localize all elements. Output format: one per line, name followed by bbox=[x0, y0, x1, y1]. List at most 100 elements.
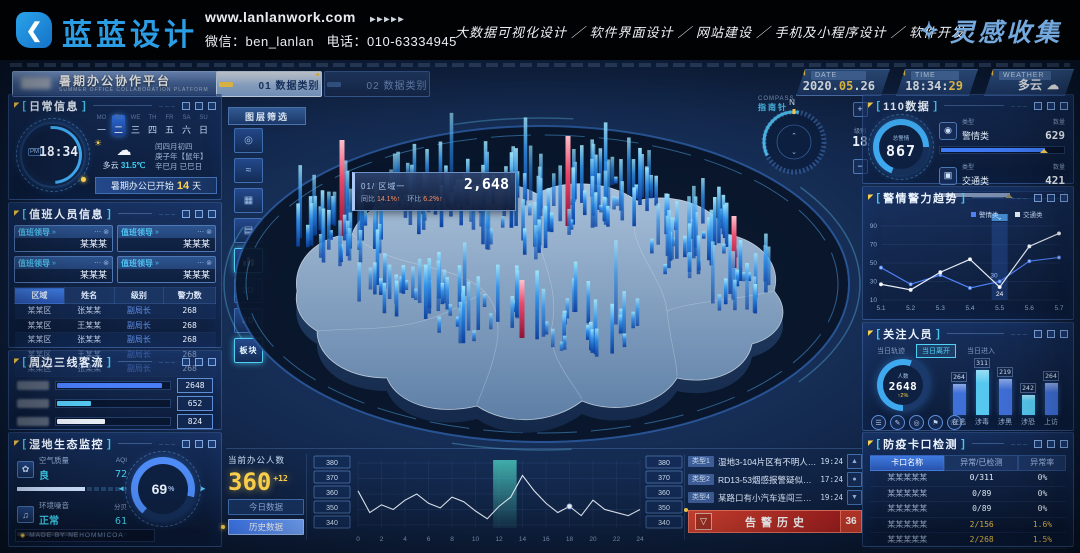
inspiration-collect[interactable]: ✧ 灵感收集 bbox=[919, 13, 1062, 49]
checkpoint-row[interactable]: 某某某某某2/1561.6% bbox=[870, 518, 1066, 534]
expand-icon[interactable] bbox=[1060, 440, 1068, 448]
checkpoint-panel: ◤[防疫卡口检测]‥‥‥ 卡口名称异常/已检测异常率 某某某某某0/3110%某… bbox=[862, 432, 1074, 547]
window-icon[interactable] bbox=[195, 102, 203, 110]
more-icon[interactable]: ⋯ bbox=[197, 228, 204, 236]
svg-text:90: 90 bbox=[870, 223, 878, 230]
lunar-calendar: 闰四月初四庚子年【鼠年】辛巳月 已巳日 bbox=[155, 142, 208, 172]
svg-text:交通类: 交通类 bbox=[1023, 210, 1043, 219]
window-icon[interactable] bbox=[1047, 330, 1055, 338]
map-tooltip: 01/ 区域一2,648 同比 14.1%↑ 环比 6.2%↑ bbox=[352, 172, 516, 211]
expand-icon[interactable] bbox=[208, 440, 216, 448]
today-data-button[interactable]: 今日数据 bbox=[228, 499, 304, 515]
window-icon[interactable] bbox=[195, 210, 203, 218]
more-icon[interactable]: ⋯ bbox=[94, 259, 101, 267]
focus-bar-column: 264在逃 bbox=[951, 372, 968, 427]
gauge-right-chevron-icon[interactable]: ► bbox=[199, 484, 207, 493]
collapse-icon[interactable] bbox=[182, 358, 190, 366]
close-icon[interactable]: ⊗ bbox=[103, 259, 109, 267]
window-icon[interactable] bbox=[1047, 194, 1055, 202]
noise-icon: ♫ bbox=[17, 506, 34, 523]
alert-row[interactable]: 类型2RD13-53烟感报警疑似火灾17:24● bbox=[688, 472, 862, 487]
svg-text:24: 24 bbox=[996, 291, 1004, 298]
top-ticks-decoration bbox=[10, 63, 1070, 67]
duty-leader-card[interactable]: 值班领导»⋯⊗某某某 bbox=[14, 256, 113, 283]
window-icon[interactable] bbox=[1047, 102, 1055, 110]
duty-leader-card[interactable]: 值班领导»⋯⊗某某某 bbox=[117, 225, 216, 252]
list-icon[interactable]: ☰ bbox=[871, 415, 886, 430]
close-icon[interactable]: ⊗ bbox=[103, 228, 109, 236]
passenger-flow-panel: ◤[周边三线客流]‥‥‥ 2648652824 bbox=[8, 350, 222, 430]
svg-text:⌄: ⌄ bbox=[791, 149, 797, 156]
collapse-icon[interactable] bbox=[1034, 440, 1042, 448]
duty-leader-card[interactable]: 值班领导»⋯⊗某某某 bbox=[117, 256, 216, 283]
duty-leader-card[interactable]: 值班领导»⋯⊗某某某 bbox=[14, 225, 113, 252]
collapse-icon[interactable] bbox=[182, 102, 190, 110]
flag-icon[interactable]: ⚑ bbox=[928, 415, 943, 430]
collapse-icon[interactable] bbox=[182, 210, 190, 218]
alert-row[interactable]: 类型1湿地3-104片区有不明人员闯入19:24▲ bbox=[688, 454, 862, 469]
alarm-type-row: ◉类型警情类数量629 bbox=[939, 117, 1065, 154]
checkpoint-row[interactable]: 某某某某某2/2681.5% bbox=[870, 533, 1066, 549]
down-arrow-icon[interactable]: ▼ bbox=[847, 490, 862, 505]
star-icon: ✧ bbox=[919, 17, 942, 46]
window-icon[interactable] bbox=[195, 440, 203, 448]
platform-title-text: 暑期办公协作平台 bbox=[59, 75, 221, 87]
weekday-cell: TH四 bbox=[146, 115, 159, 136]
redacted-prefix bbox=[21, 77, 51, 89]
edit-icon[interactable]: ✎ bbox=[890, 415, 905, 430]
expand-icon[interactable] bbox=[1060, 102, 1068, 110]
svg-text:5.5: 5.5 bbox=[995, 305, 1004, 312]
checkpoint-row[interactable]: 某某某某某0/890% bbox=[870, 487, 1066, 503]
target-icon[interactable]: ◎ bbox=[909, 415, 924, 430]
expand-icon[interactable] bbox=[1060, 330, 1068, 338]
compass-widget: COMPASS指南针 N ⌃ ⌄ + 级别 18 − bbox=[756, 96, 868, 192]
more-icon[interactable]: ⋯ bbox=[94, 228, 101, 236]
close-icon[interactable]: ⊗ bbox=[206, 228, 212, 236]
panel-title-bar: ◤[日常信息]‥‥‥ bbox=[9, 95, 221, 114]
checkpoint-row[interactable]: 某某某某某0/890% bbox=[870, 502, 1066, 518]
up-arrow-icon[interactable]: ▲ bbox=[847, 454, 862, 469]
traffic-bus-icon: ▣ bbox=[939, 167, 957, 185]
dot-icon[interactable]: ● bbox=[847, 472, 862, 487]
table-row[interactable]: 某某区张某某副局长268 bbox=[15, 304, 216, 319]
collect-label: 灵感收集 bbox=[950, 13, 1062, 49]
more-icon[interactable]: ⋯ bbox=[197, 259, 204, 267]
collapse-icon[interactable] bbox=[1034, 102, 1042, 110]
alert-row[interactable]: 类型4某路口有小汽车连闯三个红灯19:24▼ bbox=[688, 490, 862, 505]
checkpoint-row[interactable]: 某某某某某0/3110% bbox=[870, 471, 1066, 487]
redacted-label bbox=[17, 399, 49, 408]
cloud-icon: ☁ bbox=[1047, 78, 1059, 92]
expand-icon[interactable] bbox=[208, 358, 216, 366]
collapse-icon[interactable] bbox=[1034, 330, 1042, 338]
expand-icon[interactable] bbox=[1060, 194, 1068, 202]
table-row[interactable]: 某某区王某某副局长268 bbox=[15, 318, 216, 333]
expand-icon[interactable] bbox=[208, 102, 216, 110]
svg-text:380: 380 bbox=[658, 460, 670, 467]
svg-text:5.2: 5.2 bbox=[906, 305, 915, 312]
focus-tab-0[interactable]: 当日轨迹 bbox=[871, 344, 911, 358]
warning-icon: ▽ bbox=[695, 513, 712, 530]
svg-text:50: 50 bbox=[870, 260, 878, 267]
collapse-icon[interactable] bbox=[1034, 194, 1042, 202]
collapse-icon[interactable] bbox=[182, 440, 190, 448]
website-link[interactable]: www.lanlanwork.com bbox=[205, 9, 356, 25]
weekday-cell: TU二 bbox=[112, 115, 125, 136]
gauge-left-chevron-icon[interactable]: ◄ bbox=[117, 484, 125, 493]
window-icon[interactable] bbox=[195, 358, 203, 366]
history-data-button[interactable]: 历史数据 bbox=[228, 519, 304, 535]
table-row[interactable]: 某某区张某某副局长268 bbox=[15, 333, 216, 348]
close-icon[interactable]: ⊗ bbox=[206, 259, 212, 267]
svg-text:350: 350 bbox=[658, 505, 670, 512]
panel-title-bar: ◤[关注人员]‥‥‥ bbox=[863, 323, 1073, 342]
clock-time: 18:34 bbox=[39, 145, 78, 160]
expand-icon[interactable] bbox=[208, 210, 216, 218]
svg-text:20: 20 bbox=[589, 536, 597, 543]
window-icon[interactable] bbox=[1047, 440, 1055, 448]
svg-text:0: 0 bbox=[356, 536, 360, 543]
svg-text:70: 70 bbox=[870, 242, 878, 249]
svg-text:18: 18 bbox=[566, 536, 574, 543]
weekday-row: MO一TU二WE三TH四FR五SA六SU日 bbox=[95, 115, 210, 136]
svg-text:5.3: 5.3 bbox=[936, 305, 945, 312]
panel-title: 关注人员 bbox=[883, 326, 933, 342]
alert-history-banner[interactable]: ▽ 告警历史 36 bbox=[688, 511, 862, 532]
